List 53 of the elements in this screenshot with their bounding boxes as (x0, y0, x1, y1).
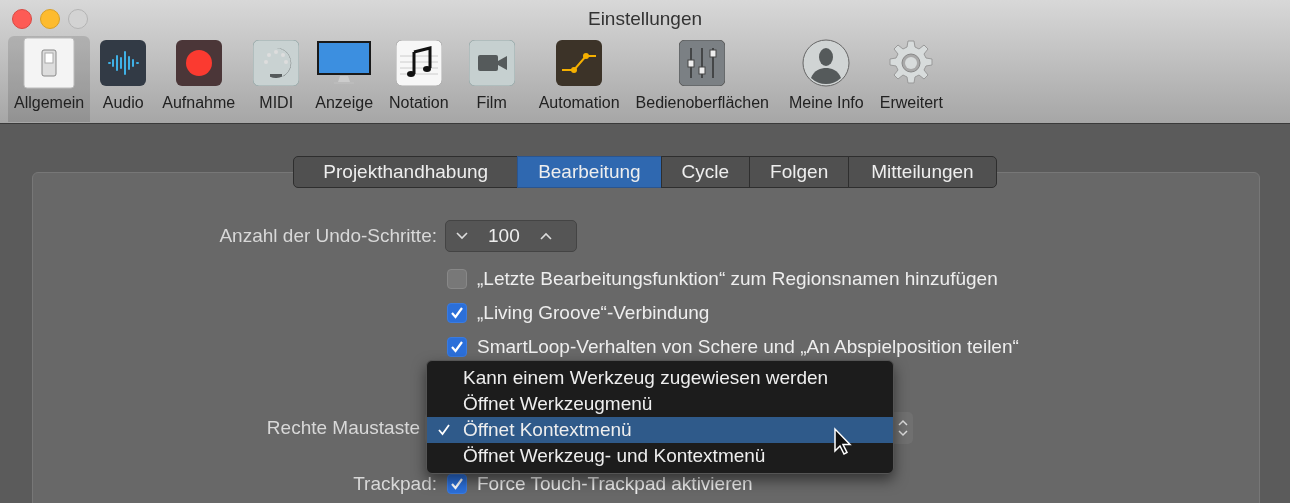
checkbox[interactable] (447, 269, 467, 289)
up-down-chevron-icon (897, 418, 909, 438)
checkbox-label: Force Touch-Trackpad aktivieren (477, 473, 753, 495)
stepper-value: 100 (488, 225, 520, 247)
checkbox[interactable] (447, 474, 467, 494)
tab[interactable]: Cycle (660, 156, 751, 188)
checkbox[interactable] (447, 303, 467, 323)
toolbar-item[interactable]: Anzeige (309, 36, 380, 122)
toolbar-item[interactable]: Erweitert (873, 36, 949, 122)
undo-stepper[interactable]: 100 (445, 220, 577, 252)
checkbox-label: „Letzte Bearbeitungsfunktion“ zum Regionsnamen hinzufügen (477, 268, 998, 290)
faders-icon (679, 40, 726, 86)
tab[interactable]: Mitteilungen (848, 156, 997, 188)
waveform-icon (100, 40, 147, 86)
window-title: Einstellungen (587, 7, 703, 30)
menu-item[interactable]: Kann einem Werkzeug zugewiesen werden (427, 365, 893, 391)
toolbar-item[interactable]: MIDI (247, 36, 306, 122)
checkmark-icon (450, 306, 464, 320)
minimize-button[interactable] (40, 9, 60, 29)
menu-item[interactable]: Öffnet Werkzeugmenü (427, 391, 893, 417)
video-camera-icon (468, 40, 515, 86)
field-label: Trackpad: (352, 473, 437, 495)
close-button[interactable] (12, 9, 32, 29)
toolbar-item[interactable]: Audio (94, 36, 153, 122)
checkbox-label: „Living Groove“-Verbindung (477, 302, 710, 324)
checkbox-label: SmartLoop-Verhalten von Schere und „An Abspielposition teilen“ (477, 336, 1019, 358)
menu-item[interactable]: Öffnet Kontextmenü (427, 417, 893, 443)
field-label: Rechte Maustaste (265, 417, 421, 439)
toolbar-item[interactable]: Film (462, 36, 521, 122)
checkmark-icon (437, 423, 451, 437)
checkmark-icon (450, 477, 464, 491)
toolbar-item[interactable]: Bedienoberflächen (629, 36, 775, 122)
chevron-up-icon (539, 232, 552, 240)
toolbar-item[interactable]: Automation (532, 36, 626, 122)
switch-icon (23, 37, 76, 89)
tab[interactable]: Projekthandhabung (293, 156, 519, 188)
automation-curve-icon (556, 40, 603, 86)
menu-item[interactable]: Öffnet Werkzeug- und Kontextmenü (427, 443, 893, 469)
toolbar-item[interactable]: Meine Info (783, 36, 870, 122)
chevron-down-icon (456, 232, 468, 240)
record-icon (175, 40, 222, 86)
toolbar-item[interactable]: Aufnahme (156, 36, 242, 122)
toolbar-item[interactable]: Notation (383, 36, 455, 122)
checkmark-icon (450, 340, 464, 354)
checkbox[interactable] (447, 337, 467, 357)
tab[interactable]: Folgen (749, 156, 850, 188)
settings-icon (887, 39, 936, 87)
music-note-icon (395, 40, 442, 86)
toolbar-item[interactable]: Allgemein (8, 36, 91, 122)
field-label: Anzahl der Undo-Schritte: (218, 225, 437, 247)
mouse-pointer-icon (833, 427, 853, 455)
tab[interactable]: Bearbeitung (517, 156, 662, 188)
user-silhouette-icon (802, 39, 851, 87)
